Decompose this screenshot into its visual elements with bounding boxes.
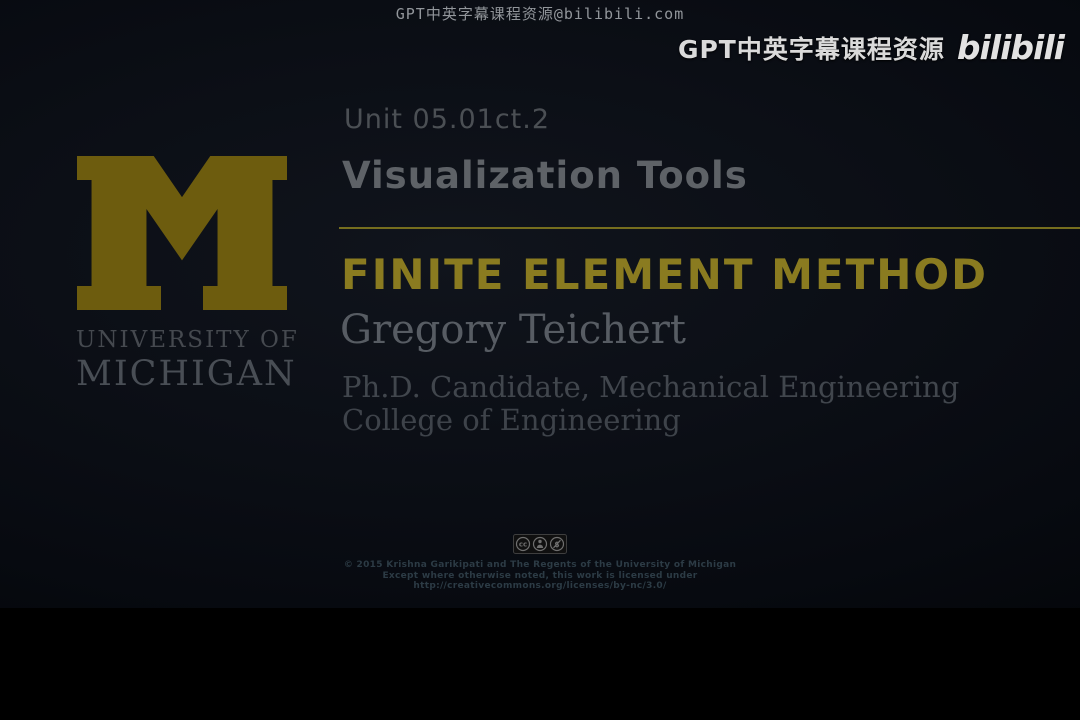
svg-text:cc: cc	[519, 541, 527, 549]
university-name-line2: MICHIGAN	[76, 354, 297, 394]
letterbox-bottom	[0, 608, 1080, 720]
license-text: © 2015 Krishna Garikipati and The Regent…	[0, 560, 1080, 592]
license-line-1: © 2015 Krishna Garikipati and The Regent…	[343, 560, 737, 570]
promo-banner: GPT中英字幕课程资源 bilibili	[677, 28, 1065, 67]
course-title: FINITE ELEMENT METHOD	[341, 250, 988, 299]
unit-label: Unit 05.01ct.2	[344, 104, 551, 135]
cc-license-badge: cc $	[513, 534, 567, 558]
presenter-role: Ph.D. Candidate, Mechanical Engineering	[342, 370, 960, 404]
university-logo: UNIVERSITY OF MICHIGAN	[76, 156, 299, 394]
title-divider	[339, 227, 1080, 229]
license-line-3: http://creativecommons.org/licenses/by-n…	[413, 581, 667, 592]
license-line-2: Except where otherwise noted, this work …	[382, 570, 698, 581]
block-m-icon	[77, 156, 287, 310]
presenter-name: Gregory Teichert	[340, 307, 686, 353]
university-name-line1: UNIVERSITY OF	[76, 327, 299, 353]
video-frame[interactable]: GPT中英字幕课程资源@bilibili.com GPT中英字幕课程资源 bil…	[0, 0, 1080, 608]
bilibili-logo-icon: bilibili	[956, 28, 1065, 67]
promo-text: GPT中英字幕课程资源	[677, 34, 945, 64]
video-player-stage: GPT中英字幕课程资源@bilibili.com GPT中英字幕课程资源 bil…	[0, 0, 1080, 720]
uploader-watermark: GPT中英字幕课程资源@bilibili.com	[395, 5, 685, 23]
presenter-affiliation: College of Engineering	[342, 403, 681, 437]
lecture-title: Visualization Tools	[342, 154, 748, 197]
